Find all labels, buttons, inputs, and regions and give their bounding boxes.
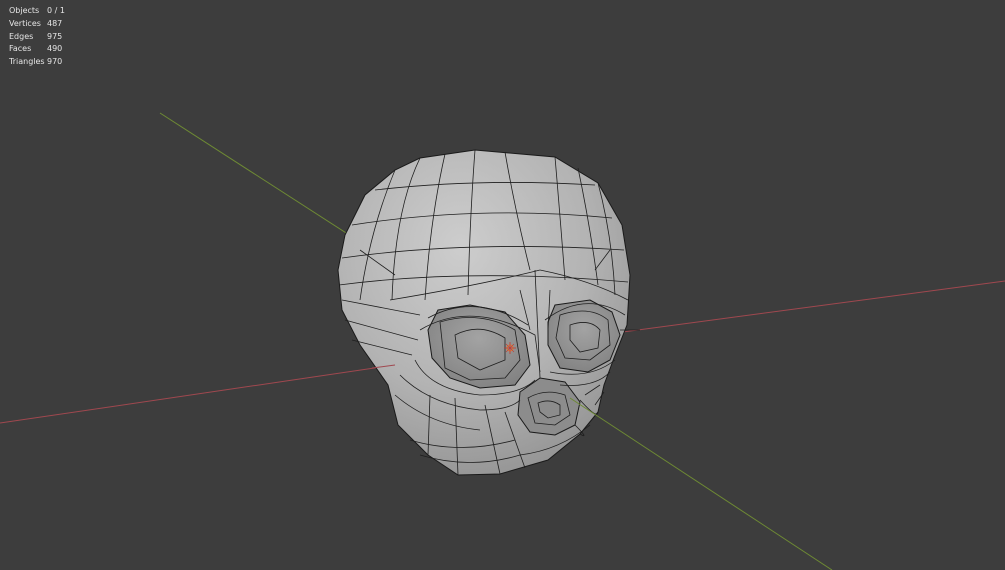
stat-vertices: Vertices 487 [9, 18, 65, 31]
x-axis-line-right [614, 280, 1005, 334]
stat-edges-value: 975 [47, 31, 63, 41]
stat-vertices-label: Vertices [9, 18, 41, 28]
y-axis-line-front [569, 397, 833, 570]
stat-triangles-value: 970 [47, 57, 63, 67]
stat-edges: Edges 975 [9, 31, 65, 44]
3d-viewport[interactable]: Objects 0 / 1 Vertices 487 Edges 975 Fac… [0, 0, 1005, 570]
stat-faces: Faces 490 [9, 43, 65, 56]
x-axis-line-left [0, 364, 396, 424]
stat-triangles-label: Triangles [9, 57, 45, 67]
stat-edges-label: Edges [9, 31, 34, 41]
stat-objects-label: Objects [9, 6, 40, 15]
stat-objects-value: 0 / 1 [47, 6, 65, 15]
stat-faces-value: 490 [47, 44, 63, 54]
stat-vertices-value: 487 [47, 18, 63, 28]
stat-triangles: Triangles 970 [9, 56, 65, 69]
scene-statistics-overlay: Objects 0 / 1 Vertices 487 Edges 975 Fac… [9, 5, 65, 69]
stat-objects: Objects 0 / 1 [9, 5, 65, 18]
skull-mesh[interactable] [337, 149, 640, 476]
stat-faces-label: Faces [9, 44, 32, 54]
viewport-scene[interactable] [0, 0, 1005, 570]
